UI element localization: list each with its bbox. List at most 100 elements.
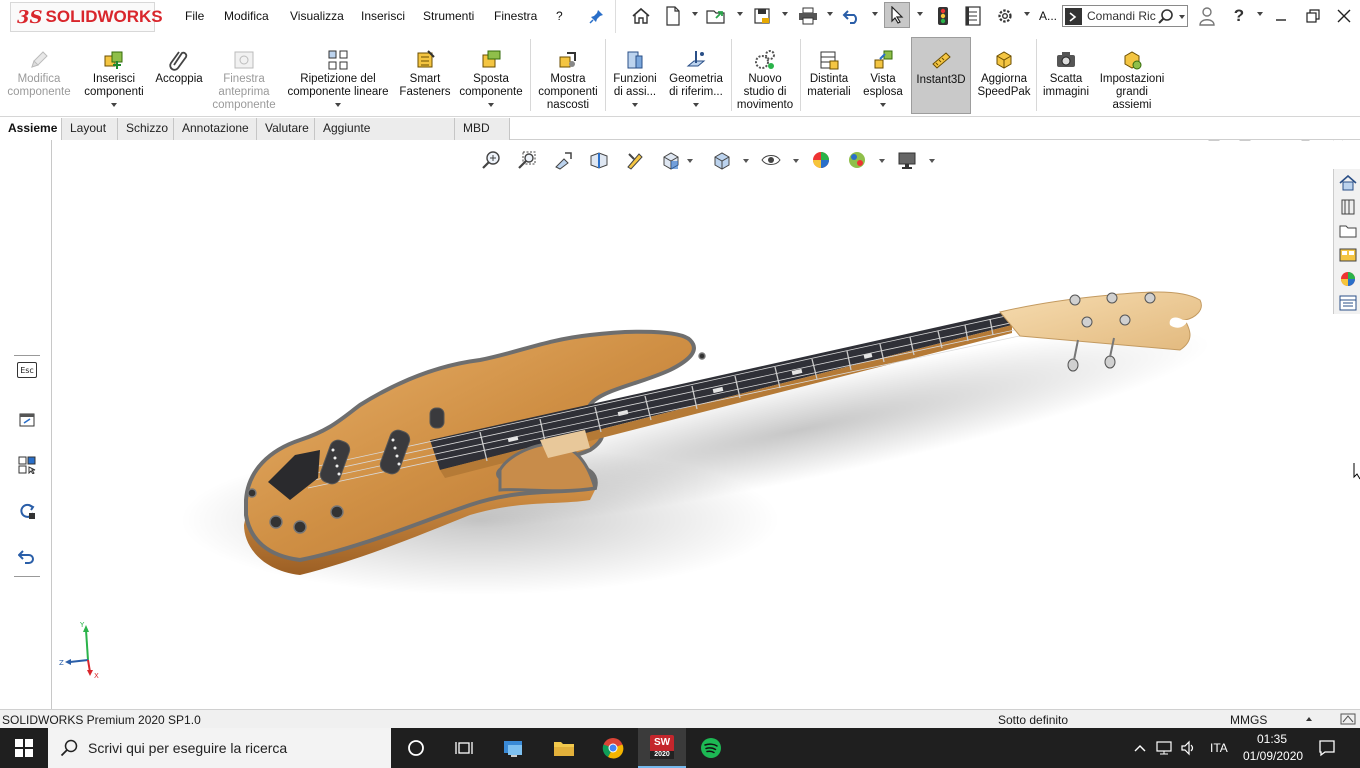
- restore-icon[interactable]: [1302, 5, 1324, 27]
- taskbar-search-box[interactable]: Scrivi qui per eseguire la ricerca: [48, 728, 391, 768]
- options-dropdown-caret[interactable]: [1024, 12, 1030, 16]
- dynamic-annotation-icon[interactable]: [624, 149, 646, 171]
- select-dropdown-caret[interactable]: [917, 12, 923, 16]
- status-units[interactable]: MMGS: [1230, 713, 1267, 727]
- ribbon-button-modifica-componente[interactable]: Modifica componente: [4, 37, 74, 113]
- ribbon-button-inserisci-componenti[interactable]: Inserisci componenti: [80, 37, 148, 113]
- menu-file[interactable]: File: [185, 9, 204, 23]
- document-minimize-icon[interactable]: [1269, 140, 1283, 142]
- ribbon-button-sposta-componente[interactable]: Sposta componente: [456, 37, 526, 113]
- open-dropdown-caret[interactable]: [737, 12, 743, 16]
- menu-visualizza[interactable]: Visualizza: [290, 9, 344, 23]
- apply-scene-icon[interactable]: [846, 149, 868, 171]
- rebuild-icon[interactable]: [932, 5, 954, 27]
- options-icon[interactable]: [994, 5, 1016, 27]
- tab-assieme[interactable]: Assieme: [0, 118, 62, 140]
- overflow-label[interactable]: A...: [1039, 9, 1057, 23]
- pan-icon[interactable]: [16, 408, 38, 430]
- document-close-icon[interactable]: [1331, 140, 1345, 142]
- custom-properties-icon[interactable]: [1337, 292, 1358, 313]
- print-icon[interactable]: [797, 5, 819, 27]
- view-selector-icon[interactable]: [16, 454, 38, 476]
- chevron-down-icon[interactable]: [880, 103, 886, 107]
- view-palette-icon[interactable]: [1337, 244, 1358, 265]
- previous-view-icon[interactable]: [552, 149, 574, 171]
- windows-start-icon[interactable]: [0, 728, 48, 768]
- home-icon[interactable]: [630, 5, 652, 27]
- task-view-icon[interactable]: [440, 728, 488, 768]
- view-settings-icon[interactable]: [896, 149, 918, 171]
- chevron-down-icon[interactable]: [488, 103, 494, 107]
- view-settings-dropdown-caret[interactable]: [929, 159, 935, 163]
- chevron-down-icon[interactable]: [335, 103, 341, 107]
- clock-time[interactable]: 01:35: [1257, 732, 1287, 746]
- print-dropdown-caret[interactable]: [827, 12, 833, 16]
- new-dropdown-caret[interactable]: [692, 12, 698, 16]
- chevron-down-icon[interactable]: [111, 103, 117, 107]
- command-search-box[interactable]: Comandi Ric: [1062, 5, 1188, 27]
- chrome-icon[interactable]: [589, 728, 637, 768]
- guitar-model-view[interactable]: [53, 140, 1360, 709]
- pin-icon[interactable]: [586, 5, 608, 27]
- zoom-to-area-icon[interactable]: [516, 149, 538, 171]
- tab-valutare[interactable]: Valutare: [257, 118, 315, 140]
- help-icon[interactable]: ?: [1228, 5, 1250, 27]
- file-explorer-icon[interactable]: [540, 728, 588, 768]
- tab-aggiunte-solidworks[interactable]: Aggiunte SOLIDWORKS: [315, 118, 455, 156]
- ribbon-button-funzioni-di-assi[interactable]: Funzioni di assi...: [609, 37, 661, 113]
- ribbon-button-distinta-materiali[interactable]: Distinta materiali: [803, 37, 855, 113]
- tab-annotazione[interactable]: Annotazione: [174, 118, 257, 140]
- units-chevron-up-icon[interactable]: [1306, 717, 1312, 721]
- chevron-down-icon[interactable]: [693, 103, 699, 107]
- view-orientation-dropdown-caret[interactable]: [687, 159, 693, 163]
- document-restore-icon[interactable]: [1300, 140, 1314, 142]
- ribbon-button-mostra-componenti-nascosti[interactable]: Mostra componenti nascosti: [534, 37, 602, 113]
- display-style-dropdown-caret[interactable]: [743, 159, 749, 163]
- menu-inserisci[interactable]: Inserisci: [361, 9, 405, 23]
- menu-finestra[interactable]: Finestra: [494, 9, 537, 23]
- network-icon[interactable]: [1155, 740, 1173, 759]
- appearances-icon[interactable]: [1337, 268, 1358, 289]
- minimize-icon[interactable]: [1270, 5, 1292, 27]
- menu-help[interactable]: ?: [556, 9, 563, 23]
- design-library-icon[interactable]: [1337, 196, 1358, 217]
- tile-left-icon[interactable]: [1207, 140, 1221, 142]
- select-icon[interactable]: [884, 2, 910, 28]
- new-document-icon[interactable]: [662, 5, 684, 27]
- undo-dropdown-caret[interactable]: [872, 12, 878, 16]
- solidworks-taskbar-icon[interactable]: SW 2020: [638, 728, 686, 768]
- spotify-icon[interactable]: [687, 728, 735, 768]
- ribbon-button-geometria-riferimento[interactable]: Geometria di riferim...: [664, 37, 728, 113]
- menu-modifica[interactable]: Modifica: [224, 9, 269, 23]
- ribbon-button-aggiorna-speedpak[interactable]: Aggiorna SpeedPak: [975, 37, 1033, 113]
- close-icon[interactable]: [1333, 5, 1355, 27]
- ribbon-button-scatta-immagini[interactable]: Scatta immagini: [1039, 37, 1093, 113]
- tab-schizzo[interactable]: Schizzo: [118, 118, 174, 140]
- remote-desktop-icon[interactable]: [490, 728, 538, 768]
- open-icon[interactable]: [706, 5, 728, 27]
- tab-layout[interactable]: Layout: [62, 118, 118, 140]
- escape-icon[interactable]: Esc: [17, 362, 37, 378]
- display-style-icon[interactable]: [711, 149, 733, 171]
- file-explorer-icon[interactable]: [1337, 220, 1358, 241]
- file-properties-icon[interactable]: [962, 5, 984, 27]
- cortana-icon[interactable]: [392, 728, 440, 768]
- rotate-lock-icon[interactable]: [16, 500, 38, 522]
- search-icon[interactable]: [1157, 8, 1175, 29]
- edit-appearance-icon[interactable]: [810, 149, 832, 171]
- ribbon-button-smart-fasteners[interactable]: Smart Fasteners: [398, 37, 452, 113]
- status-settings-icon[interactable]: [1340, 712, 1356, 729]
- zoom-to-fit-icon[interactable]: [480, 149, 502, 171]
- notifications-icon[interactable]: [1318, 739, 1336, 760]
- clock-date[interactable]: 01/09/2020: [1243, 749, 1303, 763]
- help-dropdown-caret[interactable]: [1257, 12, 1263, 16]
- graphics-area[interactable]: Y Z X: [53, 140, 1360, 709]
- user-icon[interactable]: [1196, 5, 1218, 27]
- save-icon[interactable]: [751, 5, 773, 27]
- ribbon-button-accoppia[interactable]: Accoppia: [152, 37, 206, 113]
- ribbon-button-ripetizione-lineare[interactable]: Ripetizione del componente lineare: [284, 37, 392, 113]
- save-dropdown-caret[interactable]: [782, 12, 788, 16]
- ribbon-button-finestra-anteprima[interactable]: Finestra anteprima componente: [210, 37, 278, 113]
- ribbon-button-instant3d[interactable]: Instant3D: [911, 37, 971, 114]
- ribbon-button-vista-esplosa[interactable]: Vista esplosa: [858, 37, 908, 113]
